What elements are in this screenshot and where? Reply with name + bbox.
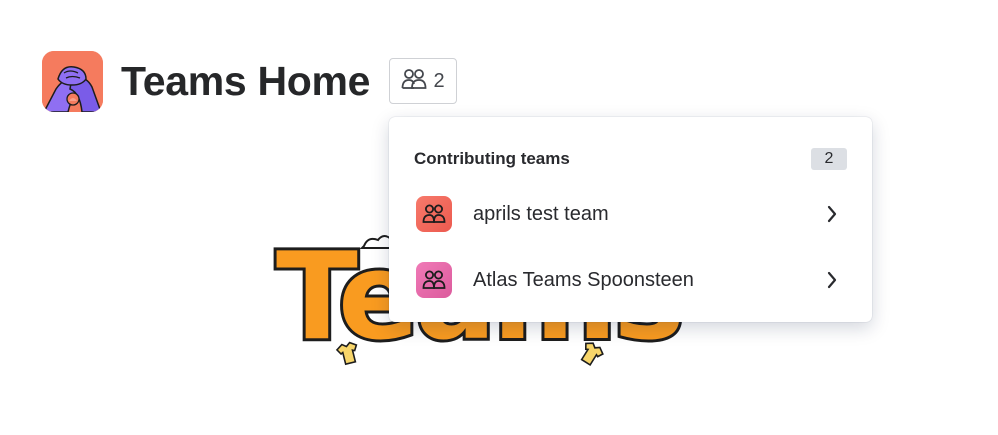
team-name: aprils test team bbox=[473, 202, 609, 225]
team-count: 2 bbox=[433, 69, 445, 92]
people-group-icon bbox=[401, 68, 427, 95]
popup-count-badge: 2 bbox=[811, 148, 847, 170]
contributing-teams-button[interactable]: 2 bbox=[389, 58, 457, 104]
popup-title: Contributing teams bbox=[414, 149, 570, 168]
chevron-right-icon bbox=[827, 205, 837, 223]
people-group-icon bbox=[422, 270, 446, 289]
team-row-aprils-test-team[interactable]: aprils test team bbox=[401, 186, 860, 242]
people-group-icon bbox=[422, 204, 446, 223]
team-name: Atlas Teams Spoonsteen bbox=[473, 268, 694, 291]
popup-header: Contributing teams 2 bbox=[414, 147, 847, 171]
team-avatar bbox=[416, 196, 452, 232]
page-header: Teams Home bbox=[42, 50, 371, 112]
chevron-right-icon bbox=[827, 271, 837, 289]
page-title: Teams Home bbox=[121, 58, 371, 104]
team-row-atlas-teams-spoonsteen[interactable]: Atlas Teams Spoonsteen bbox=[401, 252, 860, 308]
teams-logo-icon bbox=[42, 50, 103, 112]
page: Teams Home 2 Teams bbox=[0, 0, 998, 435]
team-avatar bbox=[416, 262, 452, 298]
contributing-teams-popup: Contributing teams 2 aprils test team At… bbox=[389, 117, 872, 322]
